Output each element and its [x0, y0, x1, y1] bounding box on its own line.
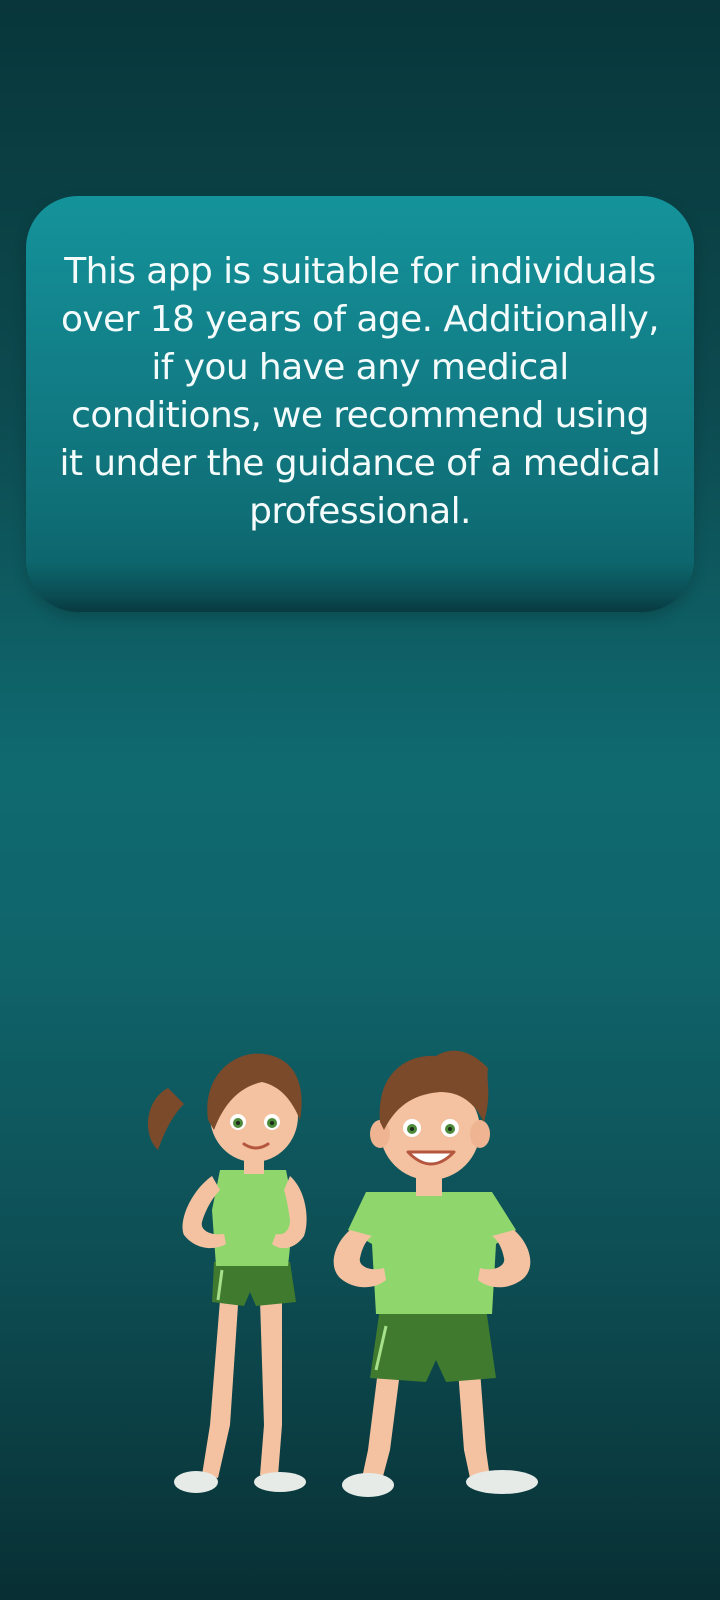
age-notice-card: This app is suitable for individuals ove…: [26, 196, 694, 612]
age-notice-text: This app is suitable for individuals ove…: [59, 251, 662, 532]
fitness-couple-illustration: [140, 1030, 560, 1530]
man-figure: [333, 1050, 538, 1497]
woman-figure: [147, 1053, 307, 1493]
